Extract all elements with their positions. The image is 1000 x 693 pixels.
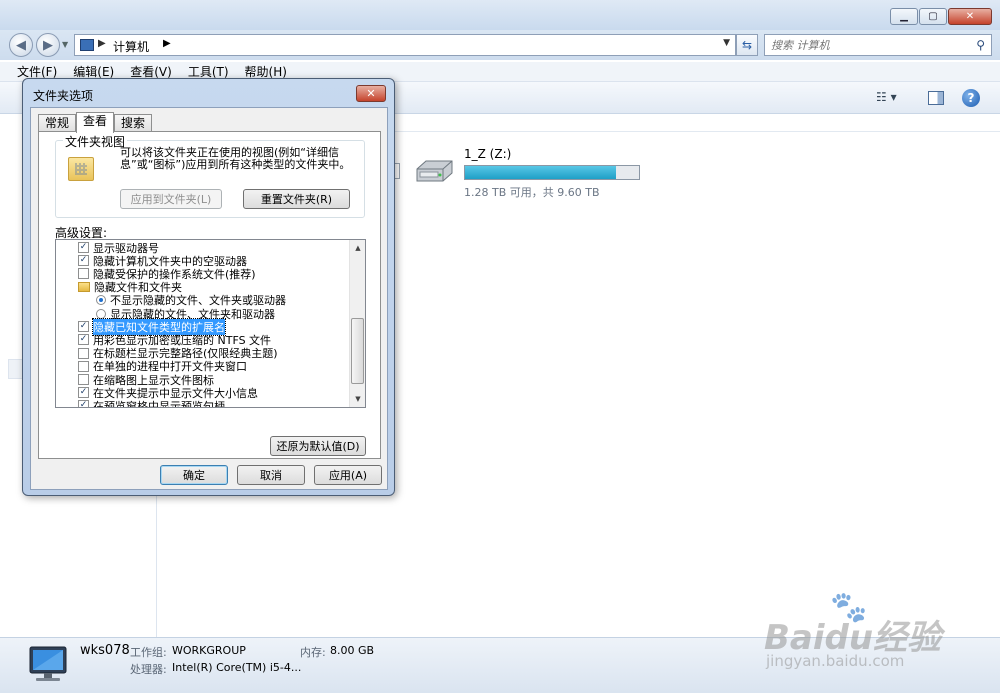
checkbox[interactable]: ✓ [78, 387, 89, 399]
restore-defaults-button[interactable]: 还原为默认值(D) [270, 436, 366, 456]
preview-pane-icon[interactable] [928, 91, 944, 105]
breadcrumb-arrow-icon[interactable]: ▶ [163, 38, 171, 49]
address-bar[interactable]: ▶ 计算机 ▶ ▼ [74, 34, 736, 56]
folder-views-legend: 文件夹视图 [63, 133, 128, 150]
advanced-settings-scrollbar[interactable]: ▲ ▼ [349, 240, 365, 407]
checkbox[interactable]: ✓ [78, 334, 89, 346]
close-button[interactable]: ✕ [948, 8, 992, 25]
drive-z[interactable]: 1_Z (Z:) 1.28 TB 可用，共 9.60 TB [414, 147, 654, 199]
scroll-up-icon[interactable]: ▲ [350, 240, 365, 256]
maximize-icon: ▢ [928, 11, 938, 22]
close-icon: ✕ [366, 87, 376, 100]
maximize-button[interactable]: ▢ [919, 8, 947, 25]
tab-search[interactable]: 搜索 [114, 114, 153, 132]
memory-value: 8.00 GB [330, 644, 375, 657]
dialog-close-button[interactable]: ✕ [356, 85, 386, 102]
drive-free-space: 1.28 TB 可用，共 9.60 TB [464, 186, 600, 199]
dialog-body: 常规 查看 搜索 文件夹视图 可以将该文件夹正在使用的视图(例如“详细信息”或“… [30, 107, 388, 490]
refresh-icon: ⇆ [741, 38, 753, 52]
apply-button[interactable]: 应用(A) [314, 465, 382, 485]
breadcrumb-computer[interactable]: 计算机 [113, 38, 149, 55]
breadcrumb-arrow-icon[interactable]: ▶ [98, 38, 106, 49]
address-row: ◀ ▶ ▼ ▶ 计算机 ▶ ▼ ⇆ ⚲ [0, 30, 1000, 60]
close-icon: ✕ [965, 11, 975, 22]
drive-usage-fill [465, 166, 617, 179]
refresh-button[interactable]: ⇆ [736, 34, 758, 56]
radio-button[interactable] [96, 295, 106, 306]
checkbox[interactable] [78, 360, 89, 372]
baidu-watermark: 🐾 Baidu经验 jingyan.baidu.com [760, 590, 960, 680]
forward-button[interactable]: ▶ [36, 33, 60, 57]
advanced-settings-rows: ✓ 显示驱动器号 ✓ 隐藏计算机文件夹中的空驱动器 隐藏受保护的操作系统文件(推荐) 隐藏… [56, 240, 350, 407]
folder-views-description: 可以将该文件夹正在使用的视图(例如“详细信息”或“图标”)应用到所有这种类型的文… [120, 146, 351, 171]
help-icon[interactable]: ? [962, 89, 980, 107]
drive-name: 1_Z (Z:) [464, 147, 512, 161]
memory-label: 内存: [300, 646, 326, 659]
view-tab-panel: 文件夹视图 可以将该文件夹正在使用的视图(例如“详细信息”或“图标”)应用到所有… [38, 131, 381, 459]
minimize-button[interactable]: ▁ [890, 8, 918, 25]
chevron-down-icon[interactable]: ▼ [723, 38, 730, 48]
computer-name: wks078 [80, 643, 130, 658]
group-divider [394, 131, 1000, 132]
advanced-setting-label: 在预览窗格中显示预览句柄 [93, 399, 225, 407]
computer-icon [80, 39, 94, 51]
checkbox[interactable]: ✓ [78, 242, 89, 253]
search-icon[interactable]: ⚲ [976, 38, 985, 52]
folder-views-icon [68, 157, 94, 181]
ok-button[interactable]: 确定 [160, 465, 228, 485]
cancel-button[interactable]: 取消 [237, 465, 305, 485]
window-titlebar: ▁ ▢ ✕ [0, 0, 1000, 30]
scroll-thumb[interactable] [351, 318, 364, 384]
change-view-icon[interactable]: ☷ ▾ [876, 90, 897, 104]
checkbox[interactable]: ✓ [78, 321, 89, 333]
reset-folders-button[interactable]: 重置文件夹(R) [243, 189, 350, 209]
scroll-down-icon[interactable]: ▼ [350, 391, 365, 407]
processor-label: 处理器: [130, 663, 167, 676]
folder-icon [78, 282, 90, 293]
computer-monitor-icon [29, 646, 67, 681]
folder-options-dialog: 文件夹选项 ✕ 常规 查看 搜索 文件夹视图 可以将该文件夹正在使用的视图(例如… [22, 78, 395, 496]
watermark-url: jingyan.baidu.com [766, 652, 905, 670]
radio-button[interactable] [96, 308, 106, 319]
checkbox[interactable]: ✓ [78, 400, 89, 407]
processor-value: Intel(R) Core(TM) i5-4... [172, 661, 302, 674]
checkbox[interactable] [78, 347, 89, 359]
workgroup-value: WORKGROUP [172, 644, 246, 657]
search-box: ⚲ [764, 34, 992, 56]
dialog-title: 文件夹选项 [33, 89, 94, 103]
back-arrow-icon: ◀ [16, 37, 26, 53]
advanced-settings-list[interactable]: ✓ 显示驱动器号 ✓ 隐藏计算机文件夹中的空驱动器 隐藏受保护的操作系统文件(推荐) 隐藏… [55, 239, 366, 408]
window-controls: ▁ ▢ ✕ [890, 8, 992, 25]
checkbox[interactable] [78, 374, 89, 385]
checkbox[interactable] [78, 268, 89, 280]
workgroup-label: 工作组: [130, 646, 167, 659]
tab-view[interactable]: 查看 [76, 112, 115, 133]
forward-arrow-icon: ▶ [43, 37, 53, 53]
drive-usage-bar [464, 165, 640, 180]
folder-views-group: 文件夹视图 可以将该文件夹正在使用的视图(例如“详细信息”或“图标”)应用到所有… [55, 133, 365, 218]
tab-strip: 常规 查看 搜索 [38, 112, 153, 133]
minimize-icon: ▁ [900, 11, 908, 22]
apply-to-folders-button[interactable]: 应用到文件夹(L) [120, 189, 222, 209]
advanced-setting-row[interactable]: ✓ 在预览窗格中显示预览句柄 [78, 399, 225, 407]
hard-drive-icon [416, 160, 453, 182]
recent-pages-icon[interactable]: ▼ [62, 40, 68, 49]
back-button[interactable]: ◀ [9, 33, 33, 57]
search-input[interactable] [771, 36, 961, 54]
tab-general[interactable]: 常规 [38, 114, 77, 132]
checkbox[interactable]: ✓ [78, 255, 89, 267]
